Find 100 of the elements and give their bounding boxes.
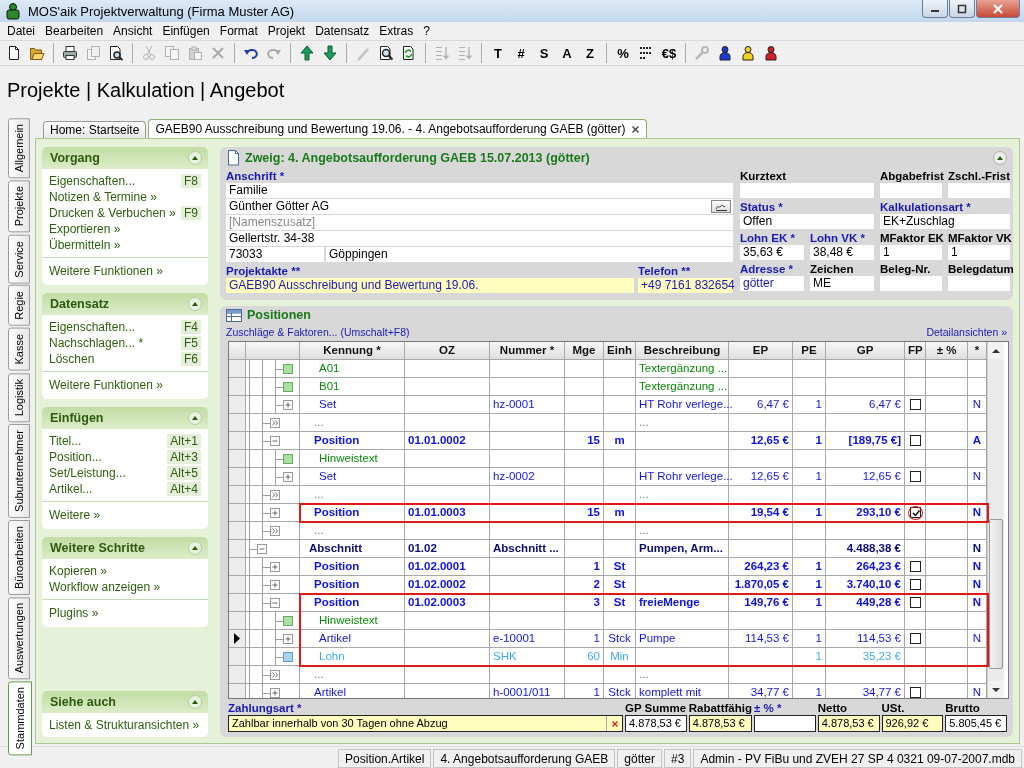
side-tab[interactable]: Kasse — [8, 328, 30, 371]
input-field[interactable]: ME — [810, 276, 874, 291]
task-link[interactable]: Listen & Strukturansichten » — [49, 718, 200, 732]
toolbar-button[interactable]: Z — [580, 43, 600, 63]
menu-item[interactable]: ? — [418, 24, 435, 38]
task-link[interactable]: Eigenschaften... — [49, 174, 136, 188]
task-link[interactable]: Eigenschaften... — [49, 320, 136, 334]
table-cell: N — [968, 504, 987, 522]
input-field[interactable]: 73033 — [226, 247, 324, 262]
column-header[interactable]: PE — [793, 342, 826, 360]
toolbar-button[interactable]: A — [557, 43, 577, 63]
task-link[interactable]: Übermitteln » — [49, 238, 121, 252]
input-field[interactable]: Offen — [740, 214, 874, 229]
task-link[interactable]: Workflow anzeigen » — [49, 580, 161, 594]
menu-item[interactable]: Einfügen — [157, 24, 215, 38]
column-header[interactable]: Einh — [604, 342, 636, 360]
menu-item[interactable]: Extras — [374, 24, 419, 38]
input-field[interactable]: 38,48 € — [810, 245, 874, 260]
menu-item[interactable]: Datei — [2, 24, 40, 38]
menu-item[interactable]: Datensatz — [310, 24, 375, 38]
table-cell: 34,77 € — [826, 684, 905, 698]
menu-item[interactable]: Format — [214, 24, 263, 38]
task-link[interactable]: Nachschlagen... * — [49, 336, 144, 350]
input-field[interactable]: EK+Zuschlag — [880, 214, 1010, 229]
task-link[interactable]: Weitere » — [49, 508, 101, 522]
table-cell: 01.02.0001 — [405, 558, 490, 576]
side-tab[interactable]: Stammdaten — [8, 681, 32, 756]
input-field[interactable]: Göppingen — [326, 247, 733, 262]
table-cell: e-10001 — [490, 630, 565, 648]
table-cell: N — [968, 594, 987, 612]
side-tab[interactable]: Logistik — [8, 372, 30, 422]
input-field[interactable]: 4.878,53 € — [688, 715, 752, 732]
table-cell: 1 — [793, 432, 826, 450]
input-field[interactable]: 926,92 € — [881, 715, 944, 732]
link[interactable]: Zuschläge & Faktoren... (Umschalt+F8) — [226, 325, 410, 338]
side-tab[interactable]: Allgemein — [8, 118, 30, 179]
column-header[interactable]: GP — [826, 342, 905, 360]
table-cell: ... — [636, 666, 729, 684]
task-link[interactable]: Löschen — [49, 352, 95, 366]
column-header[interactable]: * — [968, 342, 987, 360]
document-tab[interactable]: Home: Startseite — [43, 121, 147, 138]
column-header[interactable]: Mge — [565, 342, 604, 360]
input-field[interactable]: Gellertstr. 34-38 — [226, 231, 733, 246]
table-cell: ... — [636, 414, 729, 432]
menu-item[interactable]: Ansicht — [108, 24, 158, 38]
input-field[interactable]: GAEB90 Ausschreibung und Bewertung 19.06. — [226, 278, 634, 293]
task-link[interactable]: Position... — [49, 450, 102, 464]
task-link[interactable]: Weitere Funktionen » — [49, 378, 163, 392]
toolbar-button[interactable]: S — [534, 43, 554, 63]
menu-item[interactable]: Projekt — [262, 24, 311, 38]
table-cell: 1 — [565, 684, 604, 698]
input-field[interactable]: 1 — [948, 245, 1010, 260]
section-title: Siehe auch — [50, 695, 116, 709]
input-field[interactable]: 4.878,53 € — [817, 715, 880, 732]
menu-item[interactable]: Bearbeiten — [40, 24, 109, 38]
input-field[interactable]: 5.805,45 € — [945, 715, 1007, 732]
table-cell: 449,28 € — [826, 594, 905, 612]
input-field[interactable]: +49 7161 832654 — [638, 278, 733, 293]
column-header[interactable]: Kennung * — [300, 342, 405, 360]
link[interactable]: Detailansichten » — [926, 325, 1007, 338]
input-field[interactable]: Zahlbar innerhalb von 30 Tagen ohne Abzug — [228, 715, 623, 732]
task-link[interactable]: Exportieren » — [49, 222, 121, 236]
side-tab[interactable]: Regie — [8, 285, 30, 327]
toolbar-button[interactable]: T — [488, 43, 508, 63]
task-link[interactable]: Weitere Funktionen » — [49, 264, 163, 278]
input-field[interactable]: Familie — [226, 183, 733, 198]
column-header[interactable]: EP — [729, 342, 793, 360]
input-field[interactable]: 1 — [880, 245, 942, 260]
task-link[interactable]: Plugins » — [49, 606, 99, 620]
side-tab[interactable]: Projekte — [8, 180, 30, 233]
table-cell: 3.740,10 € — [826, 576, 905, 594]
column-header[interactable]: Beschreibung — [636, 342, 729, 360]
task-link[interactable]: Set/Leistung... — [49, 466, 126, 480]
side-tab[interactable]: Auswertungen — [8, 596, 30, 680]
task-link[interactable]: Artikel... — [49, 482, 93, 496]
toolbar-button[interactable]: €$ — [659, 43, 679, 63]
toolbar-button[interactable]: # — [511, 43, 531, 63]
column-header[interactable]: FP — [905, 342, 926, 360]
task-link[interactable]: Notizen & Termine » — [49, 190, 157, 204]
side-tab[interactable]: Service — [8, 234, 30, 284]
input-field[interactable]: 35,63 € — [740, 245, 804, 260]
table-cell: St — [604, 576, 636, 594]
input-field[interactable]: [Namenszusatz] — [226, 215, 733, 230]
toolbar-button[interactable]: % — [613, 43, 633, 63]
task-link[interactable]: Titel... — [49, 434, 82, 448]
side-tab[interactable]: Büroarbeiten — [8, 519, 30, 595]
input-field[interactable]: Günther Götter AG — [226, 199, 733, 214]
input-field[interactable]: 4.878,53 € — [625, 715, 687, 732]
task-link[interactable]: Drucken & Verbuchen » — [49, 206, 176, 220]
field-label: Lohn VK * — [810, 231, 866, 245]
status-text: Position.Artikel — [338, 749, 432, 768]
input-field[interactable]: götter — [740, 276, 804, 291]
column-header[interactable]: ± % — [926, 342, 968, 360]
table-cell: 1 — [793, 396, 826, 414]
column-header[interactable]: OZ — [405, 342, 490, 360]
column-header[interactable]: Nummer * — [490, 342, 565, 360]
document-tab[interactable]: GAEB90 Ausschreibung und Bewertung 19.06. - 4. Angebotsaufforderung GAEB (götter) — [148, 119, 648, 138]
table-cell: Position — [300, 432, 405, 450]
side-tab[interactable]: Subunternehmer — [8, 424, 30, 518]
task-link[interactable]: Kopieren » — [49, 564, 108, 578]
